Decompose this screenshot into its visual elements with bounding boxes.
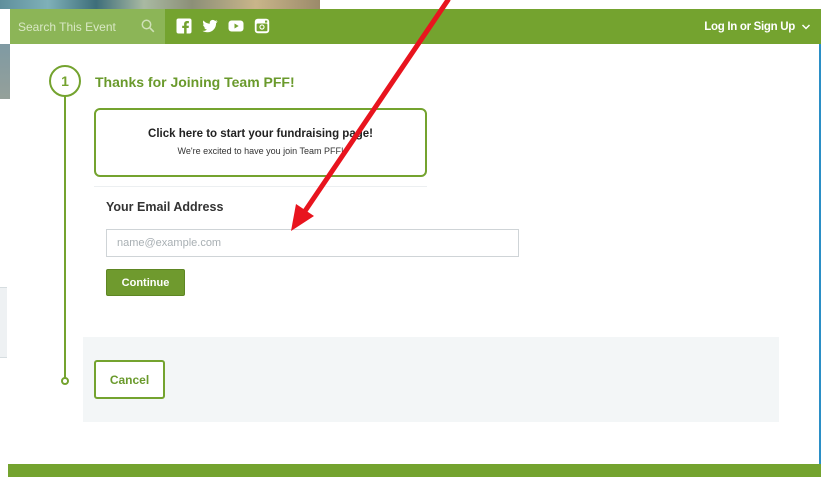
step-progress-line [64, 96, 66, 380]
footer-bar [8, 464, 821, 477]
fundraising-card-subtitle: We're excited to have you join Team PFF! [177, 146, 344, 156]
divider [94, 186, 427, 187]
content-right-border [819, 44, 821, 464]
email-label: Your Email Address [106, 200, 224, 214]
youtube-icon[interactable] [228, 18, 244, 34]
continue-button[interactable]: Continue [106, 269, 185, 296]
background-photo-edge [0, 44, 10, 99]
search-input[interactable] [18, 19, 133, 34]
email-field[interactable] [106, 229, 519, 257]
background-panel-edge [0, 287, 7, 358]
cancel-panel: Cancel [83, 337, 779, 422]
fundraising-card-title: Click here to start your fundraising pag… [148, 128, 373, 140]
cancel-button[interactable]: Cancel [94, 360, 165, 399]
step-end-marker [61, 377, 69, 385]
banner-photo [0, 0, 320, 9]
step-number-badge: 1 [49, 65, 81, 97]
facebook-icon[interactable] [176, 18, 192, 34]
chevron-down-icon [801, 23, 811, 30]
social-links [176, 18, 270, 34]
login-signup-menu[interactable]: Log In or Sign Up [704, 9, 811, 44]
start-fundraising-card[interactable]: Click here to start your fundraising pag… [94, 108, 427, 177]
twitter-icon[interactable] [202, 18, 218, 34]
login-signup-label: Log In or Sign Up [704, 20, 795, 33]
search-box [10, 9, 165, 44]
search-icon[interactable] [141, 19, 155, 33]
page-title: Thanks for Joining Team PFF! [95, 74, 295, 90]
instagram-icon[interactable] [254, 18, 270, 34]
top-navigation-bar: Log In or Sign Up [10, 9, 821, 44]
